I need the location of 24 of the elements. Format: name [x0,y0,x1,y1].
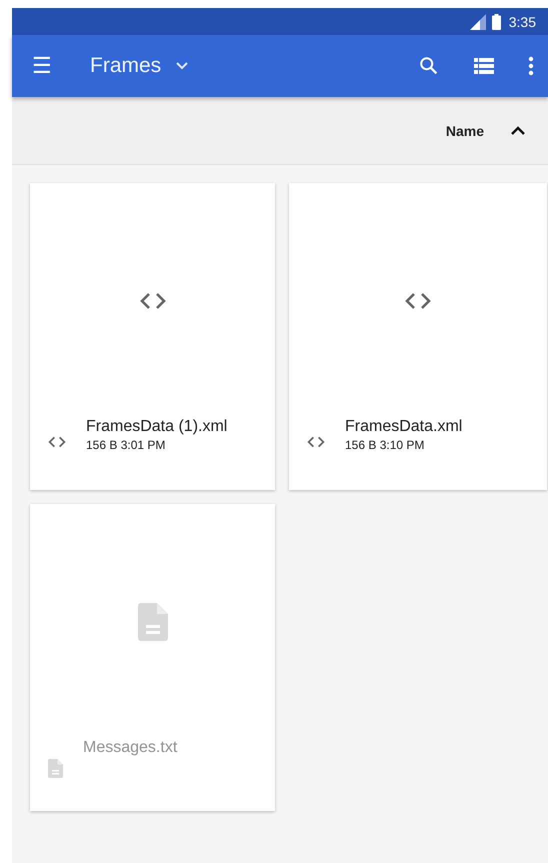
status-time: 3:35 [508,14,536,30]
menu-button[interactable]: ☰ [32,55,52,77]
file-card[interactable]: FramesData.xml 156 B 3:10 PM [289,183,547,490]
file-name: FramesData (1).xml [86,418,228,436]
list-view-icon[interactable] [474,57,494,75]
battery-icon [492,14,501,30]
document-icon [48,759,63,778]
sort-direction-icon[interactable] [510,124,526,136]
file-card[interactable]: FramesData (1).xml 156 B 3:01 PM [30,183,275,490]
code-icon [140,292,166,310]
more-options-icon[interactable] [528,56,534,76]
sort-by-name-button[interactable]: Name [446,122,484,138]
signal-icon [470,14,486,30]
search-icon[interactable] [418,55,440,77]
folder-dropdown[interactable]: Frames [90,54,190,78]
file-name: FramesData.xml [345,418,462,436]
code-icon [307,436,325,448]
code-icon [48,436,66,448]
document-icon [138,602,168,640]
code-icon [405,292,431,310]
file-name: Messages.txt [83,739,178,757]
caret-icon [175,61,190,71]
file-details: 156 B 3:10 PM [345,438,426,452]
file-details: 156 B 3:01 PM [86,438,166,452]
